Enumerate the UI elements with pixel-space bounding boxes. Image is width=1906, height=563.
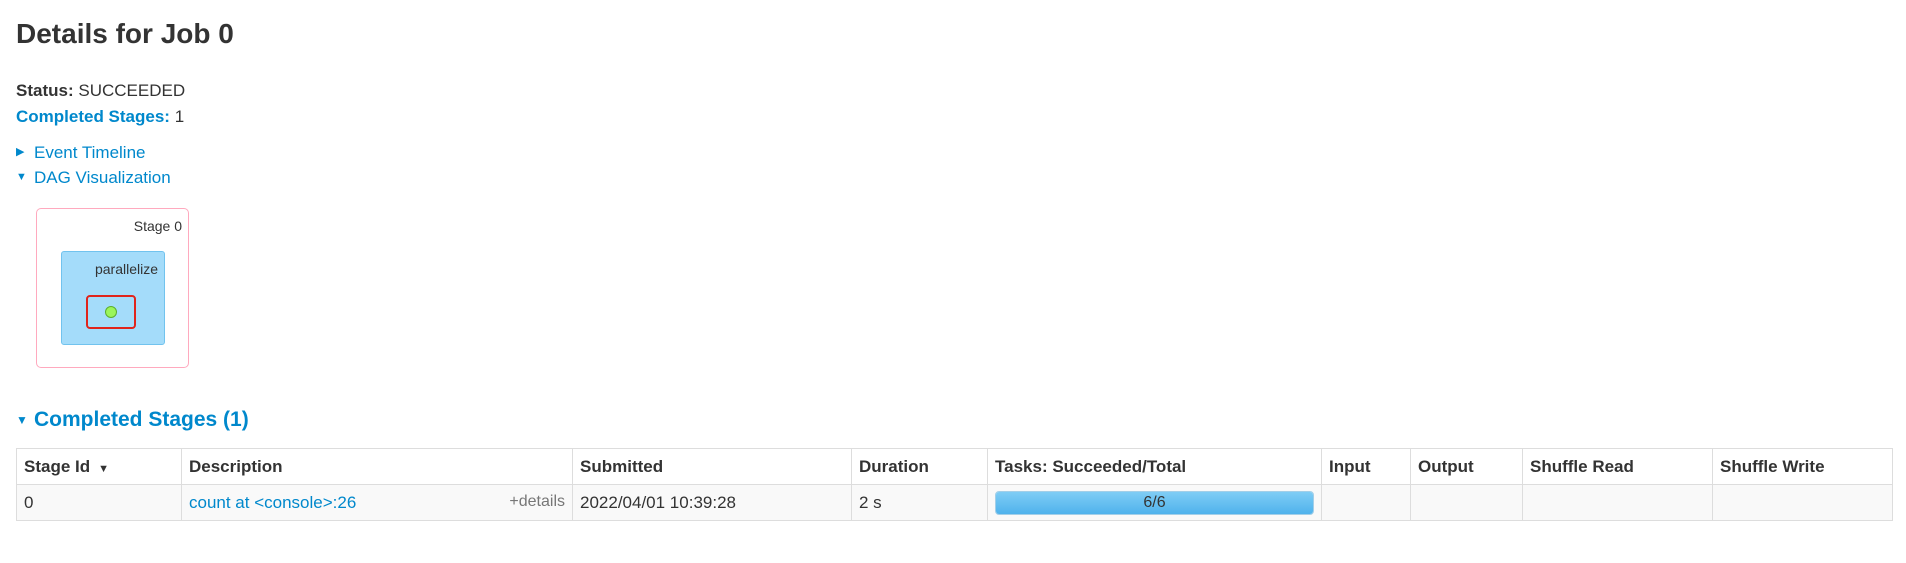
col-duration-label: Duration <box>859 456 929 476</box>
col-stage-id[interactable]: Stage Id ▼ <box>16 448 182 485</box>
completed-stages-header[interactable]: ▼ Completed Stages (1) <box>16 408 249 432</box>
event-timeline-toggle[interactable]: ▶ Event Timeline <box>16 140 171 165</box>
status-row: Status: SUCCEEDED <box>16 78 185 104</box>
dag-visualization-label: DAG Visualization <box>34 168 171 187</box>
cell-shuffle-write <box>1712 484 1893 521</box>
dag-rdd-node[interactable] <box>86 295 136 329</box>
col-tasks-label: Tasks: Succeeded/Total <box>995 456 1187 476</box>
visualization-toggles: ▶ Event Timeline ▼ DAG Visualization <box>16 140 171 190</box>
cell-description: count at <console>:26 +details <box>181 484 573 521</box>
triangle-down-icon: ▼ <box>16 171 27 183</box>
dag-stage-label: Stage 0 <box>133 218 182 234</box>
sort-desc-icon: ▼ <box>98 462 110 475</box>
col-tasks[interactable]: Tasks: Succeeded/Total <box>987 448 1322 485</box>
col-stage-id-label: Stage Id <box>24 456 91 476</box>
col-description-label: Description <box>189 456 283 476</box>
job-summary: Status: SUCCEEDED Completed Stages: 1 <box>16 78 185 130</box>
tasks-progress-bar: 6/6 <box>995 490 1314 515</box>
rdd-dot-icon <box>105 306 117 318</box>
dag-cluster-parallelize: parallelize <box>61 251 165 345</box>
completed-stages-row: Completed Stages: 1 <box>16 104 185 130</box>
tasks-progress-text: 6/6 <box>1143 493 1166 511</box>
col-shuffle-write[interactable]: Shuffle Write <box>1712 448 1893 485</box>
dag-cluster-label: parallelize <box>94 261 158 277</box>
col-duration[interactable]: Duration <box>851 448 988 485</box>
dag-visualization-toggle[interactable]: ▼ DAG Visualization <box>16 165 171 190</box>
cell-stage-id: 0 <box>16 484 182 521</box>
cell-output <box>1410 484 1523 521</box>
triangle-down-icon: ▼ <box>16 413 28 427</box>
page-title: Details for Job 0 <box>16 18 234 49</box>
cell-input <box>1321 484 1411 521</box>
completed-stages-link[interactable]: Completed Stages: <box>16 107 170 126</box>
col-shuffle-read[interactable]: Shuffle Read <box>1522 448 1713 485</box>
col-shuffle-read-label: Shuffle Read <box>1530 456 1634 476</box>
status-value: SUCCEEDED <box>78 81 186 100</box>
stage-description-link[interactable]: count at <console>:26 <box>189 493 356 512</box>
completed-stages-title: Completed Stages (1) <box>34 408 249 431</box>
triangle-right-icon: ▶ <box>16 146 25 158</box>
details-toggle-link[interactable]: +details <box>509 493 565 511</box>
cell-tasks: 6/6 <box>987 484 1322 521</box>
col-input-label: Input <box>1329 456 1371 476</box>
col-submitted[interactable]: Submitted <box>572 448 852 485</box>
col-submitted-label: Submitted <box>580 456 664 476</box>
table-header-row: Stage Id ▼ Description Submitted Duration… <box>16 448 1893 485</box>
cell-submitted: 2022/04/01 10:39:28 <box>572 484 852 521</box>
completed-stages-table: Stage Id ▼ Description Submitted Duration… <box>16 448 1893 521</box>
table-row: 0 count at <console>:26 +details 2022/04… <box>16 484 1893 521</box>
col-output-label: Output <box>1418 456 1474 476</box>
completed-stages-count: 1 <box>174 107 185 126</box>
col-description[interactable]: Description <box>181 448 573 485</box>
dag-stage-box[interactable]: Stage 0 parallelize <box>36 208 189 368</box>
event-timeline-label: Event Timeline <box>34 143 146 162</box>
job-details-page: Details for Job 0 Status: SUCCEEDED Comp… <box>0 0 1906 563</box>
col-output[interactable]: Output <box>1410 448 1523 485</box>
cell-duration: 2 s <box>851 484 988 521</box>
cell-shuffle-read <box>1522 484 1713 521</box>
status-label: Status: <box>16 81 74 100</box>
col-shuffle-write-label: Shuffle Write <box>1720 456 1825 476</box>
col-input[interactable]: Input <box>1321 448 1411 485</box>
